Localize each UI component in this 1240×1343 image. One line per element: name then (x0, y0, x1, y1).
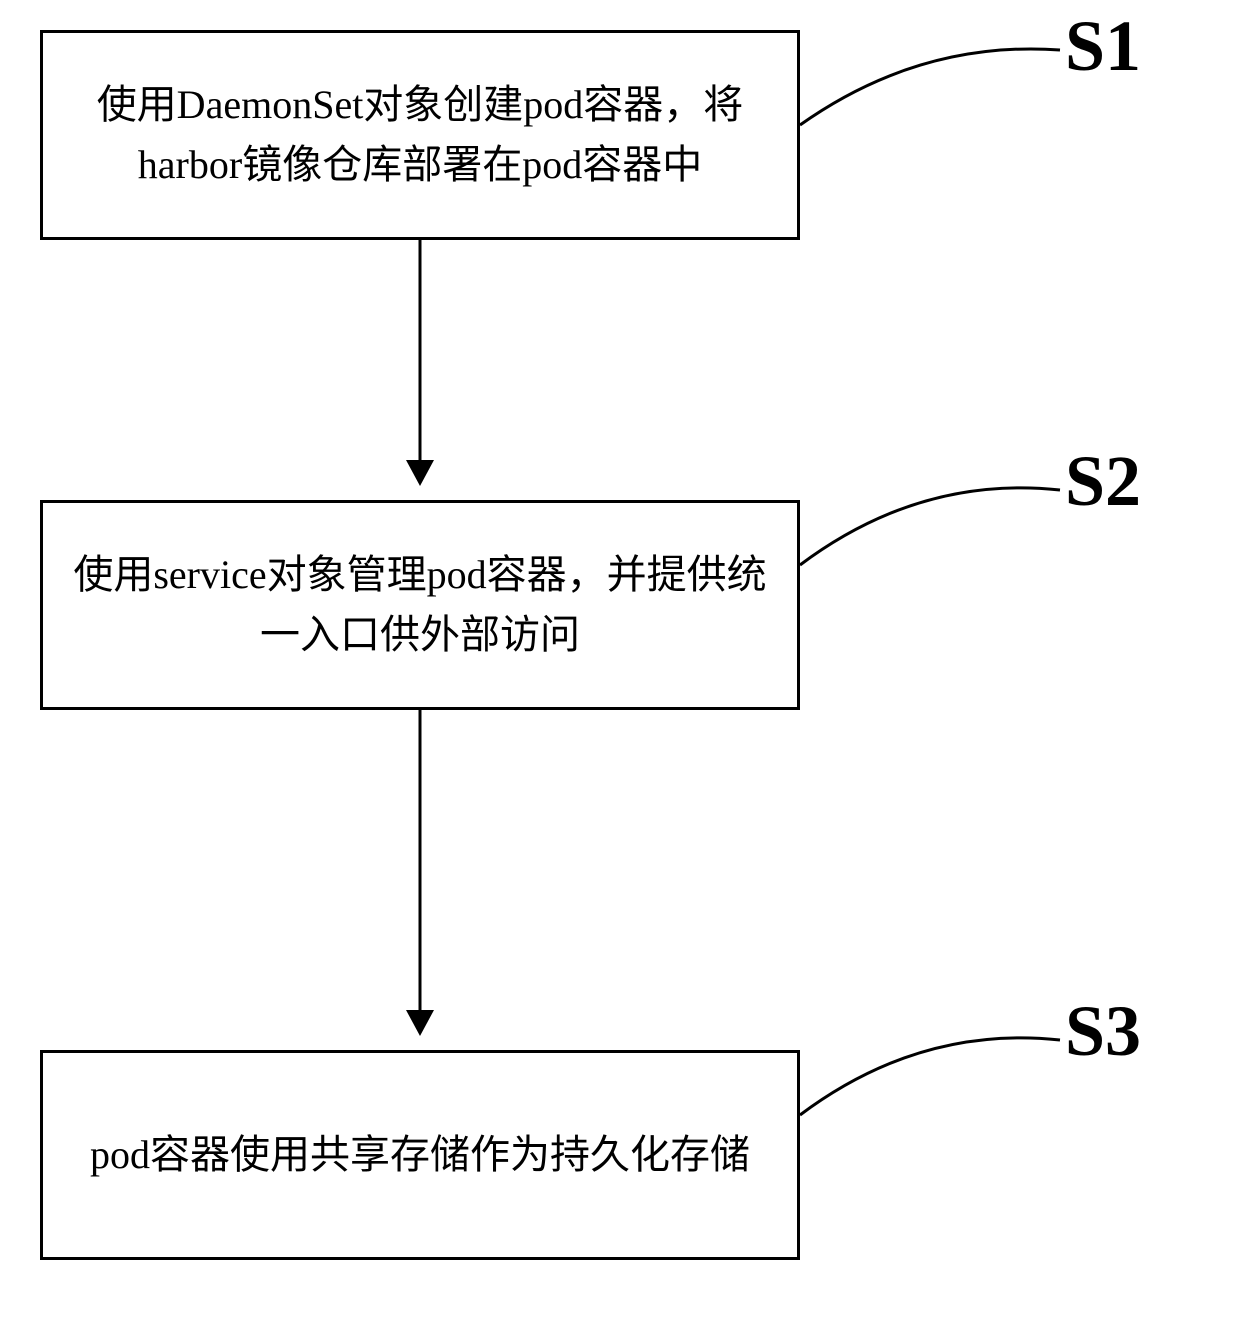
flow-step-3: pod容器使用共享存储作为持久化存储 (40, 1050, 800, 1260)
flow-step-2-text: 使用service对象管理pod容器，并提供统一入口供外部访问 (63, 545, 777, 665)
flow-step-2: 使用service对象管理pod容器，并提供统一入口供外部访问 (40, 500, 800, 710)
flow-step-3-text: pod容器使用共享存储作为持久化存储 (90, 1125, 750, 1185)
arrow-1-head (406, 460, 434, 486)
arrow-2-head (406, 1010, 434, 1036)
arrow-1-line (419, 240, 422, 460)
callout-line-2 (800, 465, 1060, 585)
flow-step-1-text: 使用DaemonSet对象创建pod容器，将harbor镜像仓库部署在pod容器… (63, 75, 777, 195)
callout-line-3 (800, 1015, 1060, 1135)
step-label-1: S1 (1065, 5, 1141, 88)
step-label-2: S2 (1065, 440, 1141, 523)
flow-step-1: 使用DaemonSet对象创建pod容器，将harbor镜像仓库部署在pod容器… (40, 30, 800, 240)
arrow-2-line (419, 710, 422, 1010)
callout-line-1 (800, 30, 1060, 150)
step-label-3: S3 (1065, 990, 1141, 1073)
